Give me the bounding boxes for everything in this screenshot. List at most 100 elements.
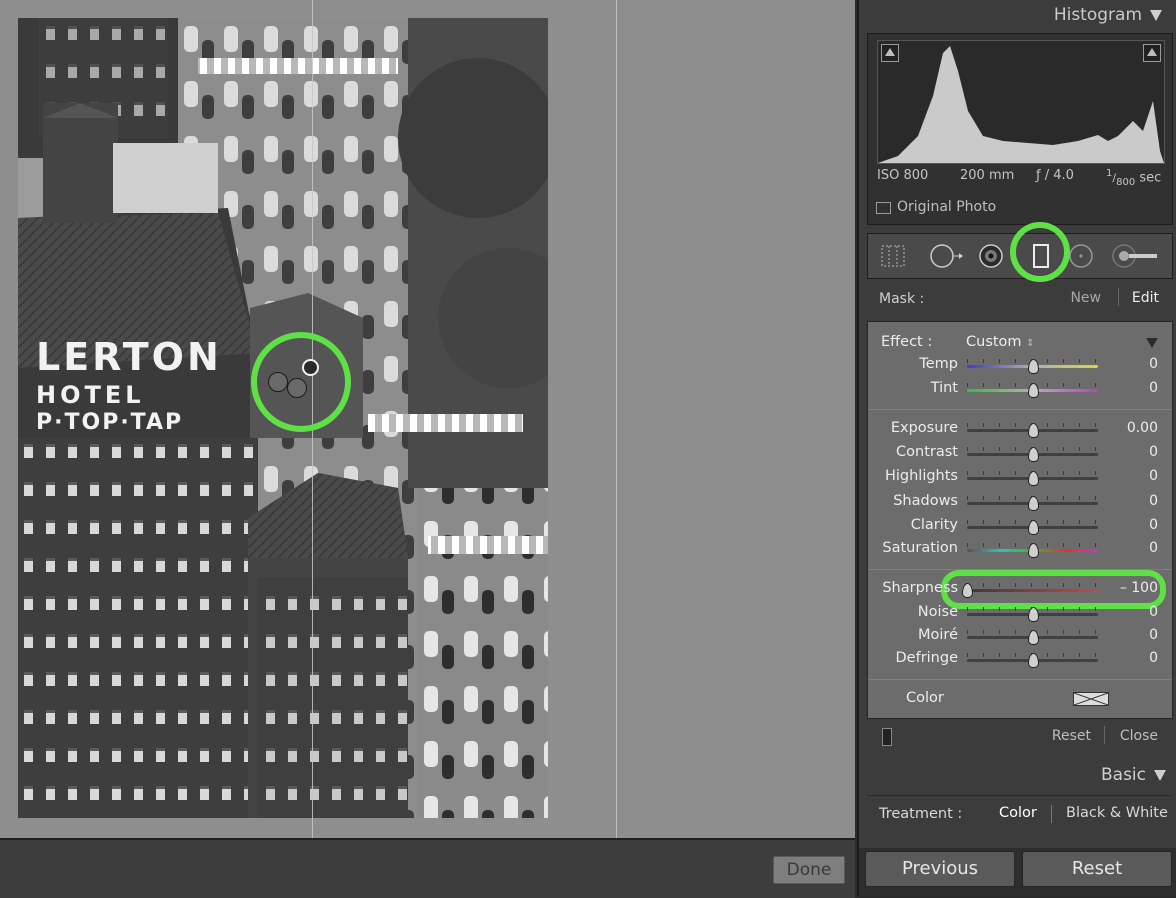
slider-thumb[interactable]: [1027, 423, 1039, 438]
slider-label: Saturation: [882, 540, 958, 556]
gradient-guide-edge[interactable]: [616, 0, 617, 838]
red-eye-icon[interactable]: [978, 243, 1004, 269]
highlight-clipping-button[interactable]: [1143, 44, 1161, 62]
reset-button[interactable]: Reset: [1022, 851, 1172, 887]
slider-thumb[interactable]: [1027, 653, 1039, 668]
divider: [868, 409, 1172, 410]
mask-row: Mask : New Edit: [867, 282, 1171, 316]
done-button[interactable]: Done: [773, 856, 845, 884]
slider-value[interactable]: 0: [1098, 650, 1158, 666]
slider-value[interactable]: – 100: [1098, 580, 1158, 596]
mask-separator: [1118, 288, 1119, 306]
slider-label: Shadows: [893, 493, 958, 509]
collapse-triangle-icon[interactable]: [1154, 769, 1166, 781]
filter-reset-button[interactable]: Reset: [1052, 728, 1091, 744]
photo-image: LERTON HOTEL P·TOP·TAP: [18, 18, 548, 818]
spot-removal-icon[interactable]: [930, 243, 964, 269]
slider-thumb[interactable]: [1027, 543, 1039, 558]
slider-label: Sharpness: [882, 580, 958, 596]
slider-value[interactable]: 0: [1098, 517, 1158, 533]
slider-thumb[interactable]: [1027, 383, 1039, 398]
slider-label: Exposure: [890, 420, 958, 436]
sign-line-1: LERTON: [36, 335, 222, 379]
slider-thumb[interactable]: [962, 583, 973, 598]
slider-value[interactable]: 0: [1098, 604, 1158, 620]
filter-footer: Reset Close: [867, 721, 1171, 753]
slider-thumb[interactable]: [1027, 607, 1039, 622]
mask-edit-button[interactable]: Edit: [1132, 290, 1159, 306]
basic-title: Basic: [1100, 765, 1146, 785]
slider-label: Tint: [930, 380, 958, 396]
photo-canvas[interactable]: LERTON HOTEL P·TOP·TAP: [0, 0, 855, 838]
graduated-filter-icon[interactable]: [1028, 243, 1054, 269]
slider-label: Clarity: [910, 517, 958, 533]
slider-thumb[interactable]: [1027, 520, 1039, 535]
gradient-guide-center[interactable]: [312, 0, 313, 838]
slider-thumb[interactable]: [1027, 471, 1039, 486]
radial-filter-icon[interactable]: [1068, 243, 1094, 269]
develop-panel: Histogram ISO 800 200 mm ƒ / 4.0 1/800 s…: [857, 0, 1176, 896]
histogram-header[interactable]: Histogram: [1054, 5, 1162, 25]
divider: [868, 679, 1172, 680]
collapse-triangle-icon[interactable]: [1150, 9, 1162, 21]
slider-value[interactable]: 0: [1098, 380, 1158, 396]
effect-disclosure-icon[interactable]: [1146, 338, 1158, 348]
histogram-curve: [878, 46, 1164, 163]
slider-label: Highlights: [884, 468, 958, 484]
active-filter-pin[interactable]: [302, 359, 319, 376]
slider-value[interactable]: 0: [1098, 540, 1158, 556]
tool-strip: [867, 222, 1173, 282]
slider-thumb[interactable]: [1027, 496, 1039, 511]
filter-adjustments: Effect : Custom ⇕ Color Temp 0 Tint 0 Exposu…: [867, 321, 1173, 719]
adjustment-brush-icon[interactable]: [1112, 243, 1162, 269]
basic-header[interactable]: Basic: [1101, 765, 1166, 785]
footer-separator: [1104, 726, 1105, 744]
effect-label: Effect :: [881, 334, 933, 350]
crop-overlay-icon[interactable]: [880, 243, 906, 269]
focal-length-readout: 200 mm: [960, 168, 1015, 183]
iso-readout: ISO 800: [877, 168, 929, 183]
filter-close-button[interactable]: Close: [1120, 728, 1158, 744]
treatment-separator: [1051, 805, 1052, 823]
slider-thumb[interactable]: [1027, 630, 1039, 645]
original-photo-label[interactable]: Original Photo: [897, 199, 996, 215]
slider-label: Moiré: [918, 627, 958, 643]
panel-bottom-buttons: Previous Reset: [859, 848, 1176, 896]
original-photo-checkbox[interactable]: [876, 202, 891, 214]
slider-value[interactable]: 0.00: [1098, 420, 1158, 436]
shutter-unit: sec: [1139, 170, 1162, 186]
treatment-color-option[interactable]: Color: [999, 805, 1037, 821]
slider-value[interactable]: 0: [1098, 627, 1158, 643]
mask-new-button[interactable]: New: [1070, 290, 1101, 306]
filter-pin[interactable]: [268, 372, 288, 392]
treatment-label: Treatment :: [879, 806, 963, 822]
treatment-bw-option[interactable]: Black & White: [1066, 805, 1168, 821]
aperture-readout: ƒ / 4.0: [1036, 168, 1074, 183]
stepper-arrows-icon: ⇕: [1026, 338, 1035, 349]
slider-value[interactable]: 0: [1098, 356, 1158, 372]
slider-thumb[interactable]: [1027, 447, 1039, 462]
color-swatch-button[interactable]: [1073, 692, 1109, 706]
slider-ticks: [967, 583, 1098, 587]
slider-value[interactable]: 0: [1098, 493, 1158, 509]
shutter-readout: 1/800 sec: [1106, 168, 1162, 188]
canvas-toolbar: Done: [0, 838, 855, 898]
histogram-panel: ISO 800 200 mm ƒ / 4.0 1/800 sec Origina…: [867, 33, 1173, 225]
previous-button[interactable]: Previous: [865, 851, 1015, 887]
slider-label: Defringe: [895, 650, 959, 666]
slider-label: Contrast: [896, 444, 958, 460]
panel-toggle-switch[interactable]: [882, 728, 892, 746]
slider-value[interactable]: 0: [1098, 468, 1158, 484]
histogram-graph[interactable]: [877, 40, 1165, 164]
sign-line-2: HOTEL: [36, 381, 145, 409]
slider-track[interactable]: [967, 589, 1098, 592]
effect-preset-dropdown[interactable]: Custom ⇕: [966, 334, 1035, 350]
shadow-clipping-button[interactable]: [881, 44, 899, 62]
slider-label: Noise: [917, 604, 958, 620]
photo-preview[interactable]: LERTON HOTEL P·TOP·TAP: [18, 18, 548, 818]
filter-pin[interactable]: [287, 378, 307, 398]
treatment-row: Treatment : Color Black & White: [867, 795, 1171, 834]
slider-thumb[interactable]: [1027, 359, 1039, 374]
divider: [868, 569, 1172, 570]
slider-value[interactable]: 0: [1098, 444, 1158, 460]
